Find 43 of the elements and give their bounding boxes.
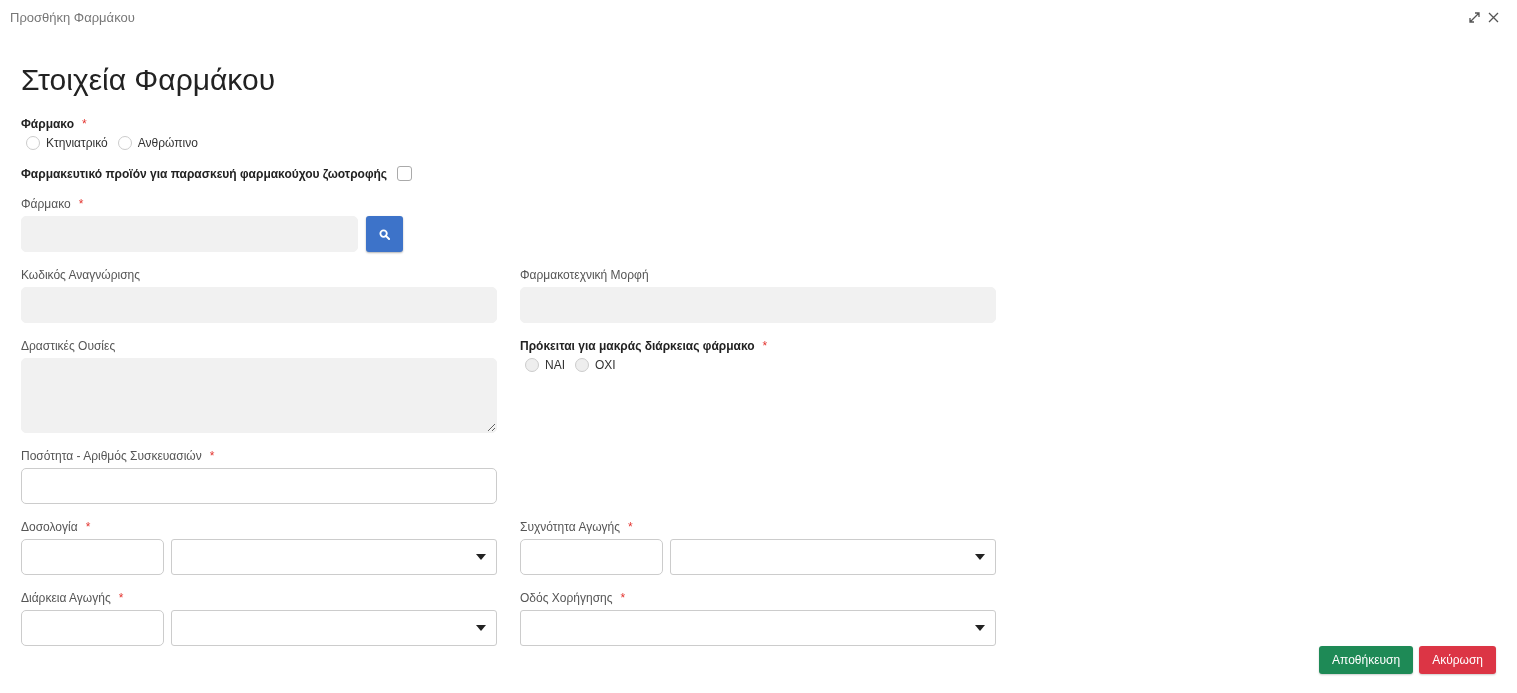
required-mark: * <box>82 117 87 131</box>
caret-icon <box>476 554 486 560</box>
dropdown[interactable] <box>520 610 996 646</box>
dropdown[interactable] <box>170 610 497 646</box>
required-mark: * <box>762 339 768 353</box>
form-heading: Στοιχεία Φαρμάκου <box>21 63 277 97</box>
radio-option[interactable]: Ανθρώπινο <box>117 136 198 150</box>
field-label: Ποσότητα - Αριθμός Συσκευασιών <box>21 449 202 463</box>
close-icon[interactable] <box>1488 12 1499 23</box>
save-button[interactable]: Αποθήκευση <box>1319 646 1414 674</box>
required-mark: * <box>209 449 215 463</box>
input-field[interactable] <box>520 539 663 575</box>
dropdown[interactable] <box>669 539 996 575</box>
field-label: Φαρμακοτεχνική Μορφή <box>520 268 649 282</box>
input-field[interactable] <box>21 539 164 575</box>
caret-icon <box>476 625 486 631</box>
field-label: Διάρκεια Αγωγής <box>21 591 111 605</box>
field-label: Φάρμακο <box>21 197 71 211</box>
field-label: Κωδικός Αναγνώρισης <box>21 268 140 282</box>
field-label: Φάρμακο <box>21 117 74 131</box>
required-mark: * <box>620 591 626 605</box>
input-field[interactable] <box>21 468 497 504</box>
caret-icon <box>975 554 985 560</box>
field-label: Πρόκειται για μακράς διάρκειας φάρμακο <box>520 339 755 353</box>
field-label: Δραστικές Ουσίες <box>21 339 116 353</box>
required-mark: * <box>118 591 124 605</box>
window-title: Προσθήκη Φαρμάκου <box>10 10 135 25</box>
required-mark: * <box>85 520 91 534</box>
expand-icon[interactable] <box>1469 12 1480 23</box>
field-label: Συχνότητα Αγωγής <box>520 520 620 534</box>
dropdown[interactable] <box>170 539 497 575</box>
cancel-button[interactable]: Ακύρωση <box>1419 646 1496 674</box>
required-mark: * <box>628 520 633 534</box>
input-field[interactable] <box>21 610 164 646</box>
caret-icon <box>975 625 985 631</box>
field-label: Οδός Χορήγησης <box>520 591 613 605</box>
field-label: Δοσολογία <box>21 520 78 534</box>
checkbox[interactable] <box>397 166 413 181</box>
search-icon <box>379 228 390 240</box>
search-button[interactable] <box>366 216 403 252</box>
required-mark: * <box>78 197 84 211</box>
radio-option[interactable]: Κτηνιατρικό <box>26 136 108 150</box>
checkbox-label: Φαρμακευτικό προϊόν για παρασκευή φαρμακούχου ζωοτροφής <box>21 166 388 181</box>
